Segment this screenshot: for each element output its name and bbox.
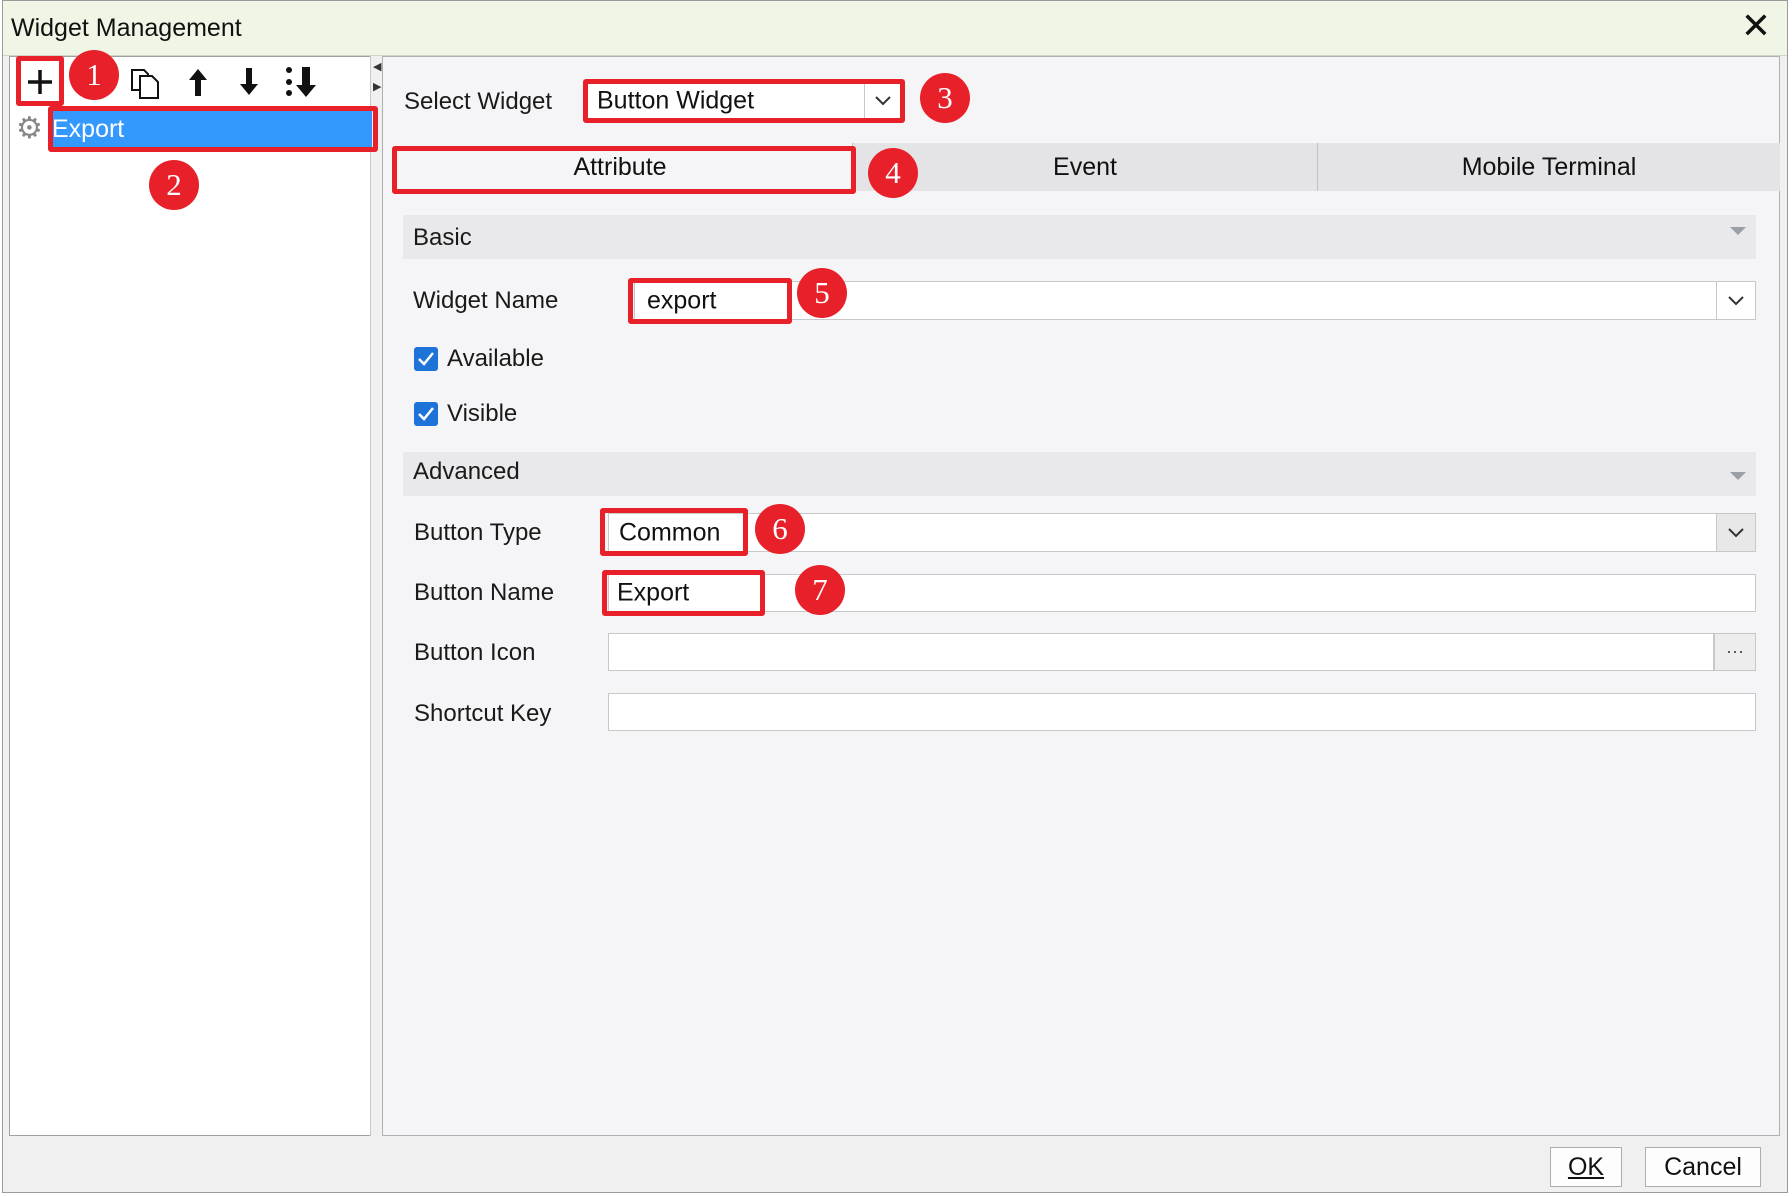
cancel-button[interactable]: Cancel bbox=[1645, 1147, 1761, 1187]
available-checkbox[interactable] bbox=[414, 347, 438, 371]
ok-button[interactable]: OK bbox=[1550, 1147, 1622, 1187]
plus-icon[interactable] bbox=[18, 60, 62, 104]
annotation-badge-1: 1 bbox=[69, 50, 119, 100]
button-name-input[interactable]: Export bbox=[608, 574, 1756, 612]
window-title: Widget Management bbox=[11, 14, 242, 42]
panel-splitter[interactable]: ◀ ▶ bbox=[370, 56, 382, 1136]
chevron-down-icon[interactable] bbox=[1716, 282, 1755, 319]
widget-name-label: Widget Name bbox=[413, 287, 559, 314]
tree-item-export[interactable]: Export bbox=[50, 110, 372, 148]
annotation-badge-5: 5 bbox=[797, 268, 847, 318]
annotation-badge-7: 7 bbox=[795, 565, 845, 615]
button-icon-input[interactable] bbox=[608, 633, 1714, 671]
close-icon[interactable]: ✕ bbox=[1741, 7, 1771, 47]
annotation-badge-3: 3 bbox=[920, 73, 970, 123]
select-widget-combo[interactable]: Button Widget bbox=[586, 82, 902, 120]
available-label: Available bbox=[447, 345, 544, 372]
annotation-badge-4: 4 bbox=[868, 148, 918, 198]
button-name-value: Export bbox=[617, 578, 690, 607]
section-advanced-title: Advanced bbox=[413, 458, 520, 485]
tab-attribute-label: Attribute bbox=[573, 153, 667, 181]
chevron-down-icon[interactable] bbox=[1716, 514, 1755, 551]
tab-mobile-terminal-label: Mobile Terminal bbox=[1461, 153, 1637, 181]
shortcut-key-label: Shortcut Key bbox=[414, 700, 552, 727]
widget-name-value: export bbox=[647, 286, 717, 314]
title-bar: Widget Management ✕ bbox=[3, 1, 1787, 56]
chevron-down-icon[interactable] bbox=[1730, 227, 1746, 235]
chevron-down-icon[interactable] bbox=[864, 83, 901, 119]
button-name-label: Button Name bbox=[414, 579, 555, 606]
tree-item-label: Export bbox=[52, 115, 125, 143]
tab-event-label: Event bbox=[1053, 153, 1117, 181]
arrow-up-icon[interactable] bbox=[176, 60, 220, 104]
widget-tree-panel bbox=[9, 56, 379, 1136]
cancel-button-label: Cancel bbox=[1664, 1153, 1742, 1181]
tab-event[interactable]: Event bbox=[853, 143, 1317, 191]
collapse-left-icon[interactable]: ◀ bbox=[373, 60, 381, 73]
arrow-down-icon[interactable] bbox=[227, 60, 271, 104]
select-widget-value: Button Widget bbox=[597, 86, 755, 115]
widget-management-dialog: Widget Management ✕ ◀ ▶ ⚙ Export Select … bbox=[0, 0, 1792, 1196]
chevron-down-icon[interactable] bbox=[1730, 472, 1746, 480]
ok-button-label: OK bbox=[1567, 1153, 1605, 1181]
browse-icon[interactable]: ··· bbox=[1714, 633, 1756, 671]
tab-bar: Attribute Event Mobile Terminal bbox=[388, 143, 1780, 191]
gear-icon: ⚙ bbox=[16, 111, 43, 146]
section-advanced-header[interactable]: Advanced bbox=[403, 452, 1756, 496]
annotation-badge-2: 2 bbox=[149, 160, 199, 210]
visible-checkbox[interactable] bbox=[414, 402, 438, 426]
select-widget-label: Select Widget bbox=[404, 88, 553, 115]
button-type-label: Button Type bbox=[414, 519, 542, 546]
section-basic-header[interactable]: Basic bbox=[403, 215, 1756, 259]
shortcut-key-input[interactable] bbox=[608, 693, 1756, 731]
tab-mobile-terminal[interactable]: Mobile Terminal bbox=[1318, 143, 1780, 191]
section-basic-title: Basic bbox=[413, 224, 472, 251]
sort-icon[interactable] bbox=[280, 60, 324, 104]
annotation-badge-6: 6 bbox=[755, 504, 805, 554]
button-icon-label: Button Icon bbox=[414, 639, 536, 666]
copy-icon[interactable] bbox=[124, 60, 168, 104]
expand-right-icon[interactable]: ▶ bbox=[373, 80, 381, 93]
visible-label: Visible bbox=[447, 400, 518, 427]
button-type-value: Common bbox=[619, 518, 721, 546]
tab-attribute[interactable]: Attribute bbox=[388, 143, 852, 191]
